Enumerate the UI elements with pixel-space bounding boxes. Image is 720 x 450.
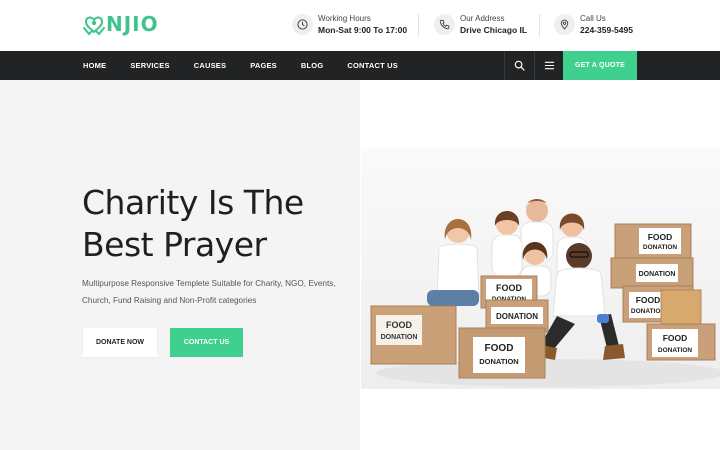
nav-item-contact-us[interactable]: CONTACT US (347, 61, 398, 70)
nav-item-pages[interactable]: PAGES (250, 61, 277, 70)
divider (418, 14, 419, 37)
divider (539, 14, 540, 37)
address-info: Our Address Drive Chicago IL (434, 13, 527, 36)
hamburger-menu-icon (544, 61, 554, 70)
working-hours-info: Working Hours Mon-Sat 9:00 To 17:00 (292, 13, 407, 36)
info-label: Call Us (580, 14, 606, 23)
clock-icon (292, 14, 313, 35)
info-label: Working Hours (318, 14, 371, 23)
box-label: DONATION (631, 308, 665, 315)
location-pin-icon (554, 14, 575, 35)
box-label: FOOD (485, 343, 514, 354)
contact-us-button[interactable]: CONTACT US (170, 328, 243, 357)
donate-now-button[interactable]: DONATE NOW (83, 328, 157, 357)
box-label: FOOD (636, 295, 661, 305)
call-us-info: Call Us 224-359-5495 (554, 13, 633, 36)
logo[interactable]: NJIO (83, 12, 159, 36)
info-value: Drive Chicago IL (460, 25, 528, 35)
top-header: NJIO Working Hours Mon-Sat 9:00 To 17:00… (0, 0, 720, 51)
nav-item-blog[interactable]: BLOG (301, 61, 323, 70)
search-icon (514, 60, 525, 71)
hero-title-line-2: Best Prayer (82, 225, 267, 264)
box-label: DONATION (643, 244, 677, 251)
box-label: FOOD (663, 333, 688, 343)
phone-icon (434, 14, 455, 35)
box-label: DONATION (496, 312, 538, 321)
box-label: DONATION (658, 347, 692, 354)
heart-hands-logo-icon (83, 16, 105, 36)
box-label: FOOD (496, 283, 522, 293)
info-value: Mon-Sat 9:00 To 17:00 (318, 25, 408, 35)
nav-item-home[interactable]: HOME (83, 61, 106, 70)
box-label: FOOD (386, 320, 412, 330)
logo-text: NJIO (106, 12, 159, 36)
nav-item-causes[interactable]: CAUSES (194, 61, 226, 70)
info-label: Our Address (460, 14, 505, 23)
hero-description: Multipurpose Responsive Templete Suitabl… (82, 279, 336, 305)
get-a-quote-button[interactable]: GET A QUOTE (563, 51, 637, 80)
volunteers-illustration: FOOD DONATION FOOD DONATION DONATION FOO… (361, 148, 720, 389)
main-navbar: HOME SERVICES CAUSES PAGES BLOG CONTACT … (0, 51, 720, 80)
menu-button[interactable] (534, 51, 563, 80)
box-label: DONATION (639, 271, 676, 278)
hero-title: Charity Is The Best Prayer (82, 182, 352, 266)
info-value[interactable]: 224-359-5495 (580, 24, 633, 36)
main-nav: HOME SERVICES CAUSES PAGES BLOG CONTACT … (83, 51, 422, 80)
box-label: DONATION (381, 334, 418, 341)
nav-item-services[interactable]: SERVICES (130, 61, 169, 70)
volunteers-photo: FOOD DONATION FOOD DONATION DONATION FOO… (361, 148, 720, 389)
search-button[interactable] (504, 51, 533, 80)
hero-title-line-1: Charity Is The (82, 183, 304, 222)
box-label: DONATION (479, 357, 518, 366)
box-label: FOOD (648, 232, 673, 242)
